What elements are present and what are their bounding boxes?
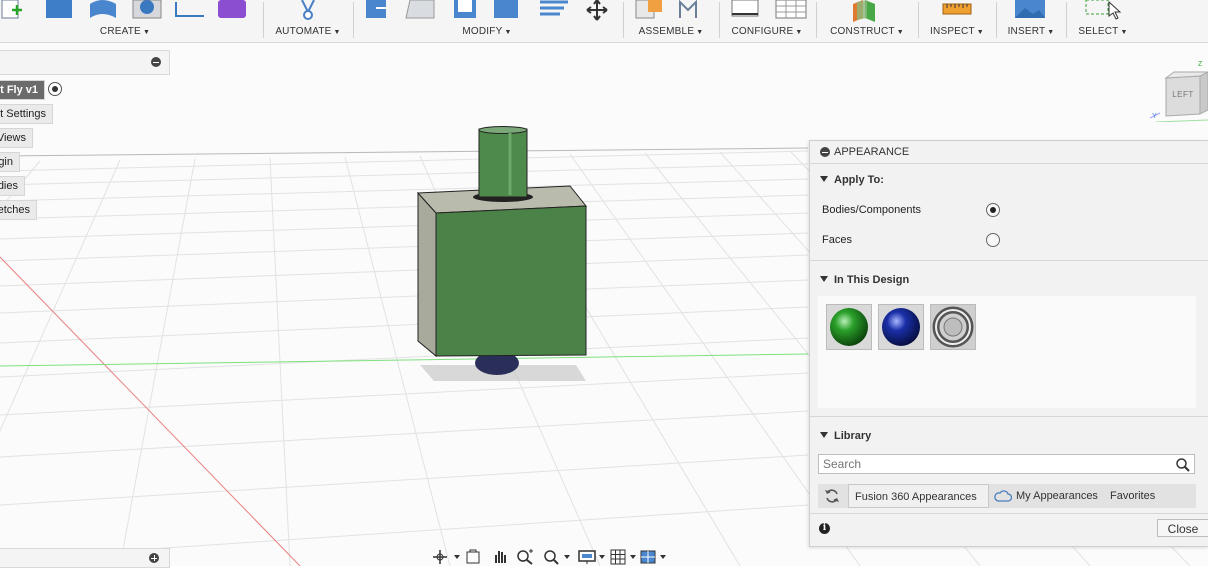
swatch-chrome[interactable] [930,304,976,350]
active-component-radio[interactable] [48,82,62,96]
cylinder-body [478,128,528,198]
fit-icon[interactable] [542,549,572,565]
insert-image-icon[interactable] [1015,0,1047,22]
configure-group: CONFIGURE ▼ [720,0,814,42]
tab-my-appearances[interactable]: My Appearances [1016,484,1098,508]
browser-root-node[interactable]: (Unsaved) Bolt Fly v1 [0,80,45,100]
svg-text:Y: Y [1152,113,1157,120]
cloud-icon [994,490,1012,502]
assemble-group: ASSEMBLE ▼ [624,0,718,42]
refresh-icon[interactable] [824,488,840,504]
apply-faces-label: Faces [822,234,852,246]
swatch-blue[interactable] [878,304,924,350]
browser-node-document-settings[interactable]: Document Settings [0,104,53,124]
apply-faces-radio[interactable] [986,233,1000,247]
modify-menu[interactable]: MODIFY ▼ [354,26,620,37]
browser-node-sketches[interactable]: Sketches [0,200,37,220]
divider [810,416,1208,417]
viewports-icon[interactable] [640,549,670,565]
block-front-face [435,205,587,357]
swatch-green[interactable] [826,304,872,350]
search-icon[interactable] [1175,457,1191,473]
view-cube-face-label[interactable]: LEFT [1166,90,1200,99]
construct-plane-icon[interactable] [851,0,885,22]
block-side-face [417,191,437,358]
x-axis-line [0,256,301,566]
close-button[interactable]: Close [1157,519,1208,537]
inspect-menu[interactable]: INSPECT ▼ [919,26,995,37]
select-menu[interactable]: SELECT ▼ [1067,26,1139,37]
y-axis-line [0,353,809,367]
apply-bodies-radio[interactable] [986,203,1000,217]
create-group: CREATE ▼ [0,0,250,42]
divider [810,260,1208,261]
construct-menu[interactable]: CONSTRUCT ▼ [817,26,917,37]
pan-icon[interactable] [492,549,508,565]
collapse-icon[interactable] [151,57,161,67]
inspect-group: INSPECT ▼ [919,0,995,42]
display-settings-icon[interactable] [578,549,608,565]
modify-tool-icons[interactable] [354,0,620,22]
insert-menu[interactable]: INSERT ▼ [997,26,1065,37]
browser-node-bodies[interactable]: Bodies [0,176,25,196]
appearance-title: APPEARANCE [834,146,910,158]
browser-node-origin[interactable]: Origin [0,152,20,172]
tab-fusion-appearances[interactable]: Fusion 360 Appearances [848,484,989,508]
chevron-down-icon [820,176,828,182]
configure-tool-icons[interactable] [730,0,810,22]
create-tool-icons[interactable] [0,0,250,22]
automate-icon[interactable] [296,0,320,22]
library-search-input[interactable] [818,454,1195,474]
assemble-tool-icons[interactable] [634,0,714,22]
collapse-panel-icon[interactable] [820,147,830,157]
view-cube[interactable]: Y Z LEFT [1149,58,1208,123]
library-section-toggle[interactable]: Library [820,430,871,442]
grid-settings-icon[interactable] [610,549,640,565]
appearance-panel: APPEARANCE Apply To: Bodies/Components F… [809,140,1208,547]
assemble-menu[interactable]: ASSEMBLE ▼ [624,26,718,37]
apply-bodies-label: Bodies/Components [822,204,922,216]
navigation-bar [430,548,670,566]
select-group: SELECT ▼ [1067,0,1139,42]
svg-text:Z: Z [1198,61,1203,68]
automate-menu[interactable]: AUTOMATE ▼ [264,26,352,37]
apply-to-section-toggle[interactable]: Apply To: [820,174,884,186]
cylinder-top [478,126,528,134]
look-at-icon[interactable] [466,549,480,565]
tab-favorites[interactable]: Favorites [1110,484,1155,508]
configure-menu[interactable]: CONFIGURE ▼ [720,26,814,37]
info-icon[interactable]: i [819,523,830,534]
divider [810,513,1208,514]
expand-icon[interactable] [149,553,159,563]
insert-group: INSERT ▼ [997,0,1065,42]
browser-node-named-views[interactable]: Named Views [0,128,33,148]
browser-panel-header[interactable] [0,50,170,75]
chevron-down-icon [820,432,828,438]
comments-bar[interactable] [0,548,170,568]
library-tabs: Fusion 360 Appearances My Appearances Fa… [818,484,1196,508]
ribbon-toolbar: CREATE▼ AUTOMATE▼ MODIFY▼ ASSEMBLE▼ [0,0,1208,43]
grid-far-edge [0,147,809,157]
zoom-icon[interactable] [516,549,534,565]
create-menu[interactable]: CREATE ▼ [0,26,250,37]
design-appearances-list [818,296,1196,408]
modify-group: MODIFY ▼ [354,0,620,42]
construct-group: CONSTRUCT ▼ [817,0,917,42]
in-this-design-section-toggle[interactable]: In This Design [820,274,909,286]
appearance-panel-header[interactable]: APPEARANCE [810,141,1208,163]
select-window-icon[interactable] [1085,0,1125,22]
orbit-icon[interactable] [432,549,462,565]
divider [810,163,1208,164]
automate-group: AUTOMATE ▼ [264,0,352,42]
chevron-down-icon [820,276,828,282]
measure-icon[interactable] [941,0,973,22]
